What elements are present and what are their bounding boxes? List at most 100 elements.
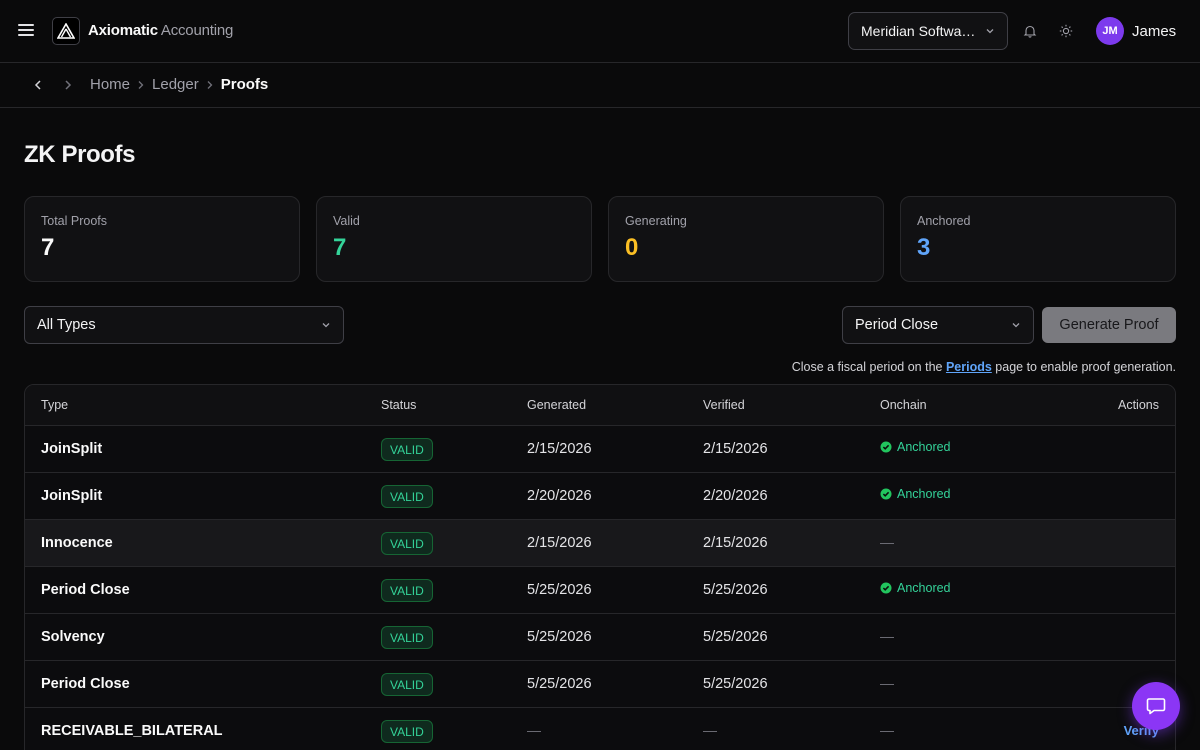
- stat-label: Total Proofs: [41, 214, 108, 228]
- generate-proof-button[interactable]: Generate Proof: [1042, 307, 1176, 343]
- breadcrumb: Home Ledger Proofs: [90, 76, 268, 93]
- status-badge: VALID: [381, 673, 433, 696]
- onchain-label: Anchored: [897, 440, 951, 454]
- proof-type-select[interactable]: Period Close: [842, 306, 1034, 344]
- chat-button[interactable]: [1132, 682, 1180, 730]
- cell-type: JoinSplit: [41, 488, 103, 504]
- app-brand[interactable]: Axiomatic Accounting: [88, 22, 233, 39]
- type-filter-select[interactable]: All Types: [24, 306, 344, 344]
- column-header-onchain[interactable]: Onchain: [880, 398, 927, 412]
- stat-card-valid: Valid 7: [316, 196, 592, 282]
- stat-card-generating: Generating 0: [608, 196, 884, 282]
- chevron-down-icon: [1012, 323, 1020, 328]
- stat-value: 0: [625, 234, 639, 261]
- breadcrumb-ledger[interactable]: Ledger: [152, 76, 199, 93]
- table-row[interactable]: Innocence VALID 2/15/2026 2/15/2026 —: [25, 520, 1175, 567]
- table-row[interactable]: JoinSplit VALID 2/15/2026 2/15/2026 Anch…: [25, 426, 1175, 473]
- onchain-label: Anchored: [897, 487, 951, 501]
- cell-verified: 5/25/2026: [703, 582, 768, 598]
- cell-type: RECEIVABLE_BILATERAL: [41, 723, 223, 739]
- sun-icon[interactable]: [1057, 22, 1075, 40]
- hint-suffix: page to enable proof generation.: [995, 360, 1176, 374]
- stat-label: Valid: [333, 214, 360, 228]
- status-badge: VALID: [381, 720, 433, 743]
- onchain-empty: —: [880, 628, 894, 644]
- onchain-status: Anchored: [880, 487, 951, 501]
- stat-value: 7: [41, 234, 55, 261]
- periods-link[interactable]: Periods: [946, 360, 992, 374]
- table-row[interactable]: RECEIVABLE_BILATERAL VALID — — — Verify: [25, 708, 1175, 750]
- cell-generated: 5/25/2026: [527, 676, 592, 692]
- chevron-right-icon: [207, 80, 213, 89]
- table-row[interactable]: JoinSplit VALID 2/20/2026 2/20/2026 Anch…: [25, 473, 1175, 520]
- bell-icon[interactable]: [1021, 22, 1039, 40]
- type-filter-value: All Types: [37, 317, 96, 333]
- stat-card-total: Total Proofs 7: [24, 196, 300, 282]
- brand-primary: Axiomatic: [88, 22, 158, 39]
- cell-type: Period Close: [41, 582, 130, 598]
- onchain-empty: —: [880, 534, 894, 550]
- chat-icon: [1146, 698, 1166, 715]
- column-header-generated[interactable]: Generated: [527, 398, 586, 412]
- cell-verified: 2/20/2026: [703, 488, 768, 504]
- proofs-table: Type Status Generated Verified Onchain A…: [24, 384, 1176, 750]
- breadcrumb-bar: Home Ledger Proofs: [0, 63, 1200, 108]
- check-circle-icon: [880, 488, 892, 500]
- status-badge: VALID: [381, 438, 433, 461]
- cell-generated: 2/20/2026: [527, 488, 592, 504]
- user-name[interactable]: James: [1132, 23, 1176, 40]
- table-header: Type Status Generated Verified Onchain A…: [25, 385, 1175, 426]
- chevron-down-icon: [986, 29, 994, 34]
- chevron-right-icon: [138, 80, 144, 89]
- status-badge: VALID: [381, 532, 433, 555]
- top-bar: AxiomaticAccounting Meridian Software In…: [0, 0, 1200, 63]
- cell-generated: 5/25/2026: [527, 629, 592, 645]
- onchain-empty: —: [880, 722, 894, 738]
- menu-icon[interactable]: [16, 21, 36, 41]
- onchain-status: Anchored: [880, 440, 951, 454]
- cell-verified: 2/15/2026: [703, 441, 768, 457]
- cell-generated: 2/15/2026: [527, 441, 592, 457]
- onchain-empty: —: [880, 675, 894, 691]
- back-arrow-icon[interactable]: [31, 78, 45, 92]
- chevron-down-icon: [322, 323, 330, 328]
- stat-card-anchored: Anchored 3: [900, 196, 1176, 282]
- column-header-status[interactable]: Status: [381, 398, 416, 412]
- breadcrumb-current: Proofs: [220, 76, 269, 93]
- stat-label: Generating: [625, 214, 687, 228]
- cell-type: Innocence: [41, 535, 113, 551]
- generation-hint: Close a fiscal period on the Periods pag…: [792, 360, 1176, 374]
- status-badge: VALID: [381, 579, 433, 602]
- breadcrumb-home[interactable]: Home: [90, 76, 130, 93]
- column-header-verified[interactable]: Verified: [703, 398, 745, 412]
- stat-value: 7: [333, 234, 347, 261]
- onchain-status: Anchored: [880, 581, 951, 595]
- check-circle-icon: [880, 441, 892, 453]
- cell-type: Period Close: [41, 676, 130, 692]
- check-circle-icon: [880, 582, 892, 594]
- hint-prefix: Close a fiscal period on the: [791, 360, 943, 374]
- logo-icon: [52, 17, 80, 45]
- onchain-label: Anchored: [897, 581, 951, 595]
- table-row[interactable]: Solvency VALID 5/25/2026 5/25/2026 —: [25, 614, 1175, 661]
- cell-verified: —: [703, 722, 717, 738]
- org-selector-value: Meridian Software Inc.: [861, 23, 977, 39]
- cell-generated: —: [527, 722, 541, 738]
- stat-value: 3: [917, 234, 931, 261]
- column-header-type[interactable]: Type: [41, 398, 68, 412]
- cell-generated: 2/15/2026: [527, 535, 592, 551]
- table-row[interactable]: Period Close VALID 5/25/2026 5/25/2026 A…: [25, 567, 1175, 614]
- cell-generated: 5/25/2026: [527, 582, 592, 598]
- page-title: ZK Proofs: [24, 141, 136, 168]
- avatar[interactable]: JM: [1096, 17, 1124, 45]
- status-badge: VALID: [381, 485, 433, 508]
- column-header-actions: Actions: [1118, 398, 1159, 412]
- cell-verified: 5/25/2026: [703, 676, 768, 692]
- cell-verified: 5/25/2026: [703, 629, 768, 645]
- org-selector[interactable]: Meridian Software Inc.: [848, 12, 1008, 50]
- proof-type-value: Period Close: [855, 317, 939, 333]
- cell-verified: 2/15/2026: [703, 535, 768, 551]
- table-row[interactable]: Period Close VALID 5/25/2026 5/25/2026 —: [25, 661, 1175, 708]
- forward-arrow-icon[interactable]: [61, 78, 75, 92]
- stat-label: Anchored: [917, 214, 971, 228]
